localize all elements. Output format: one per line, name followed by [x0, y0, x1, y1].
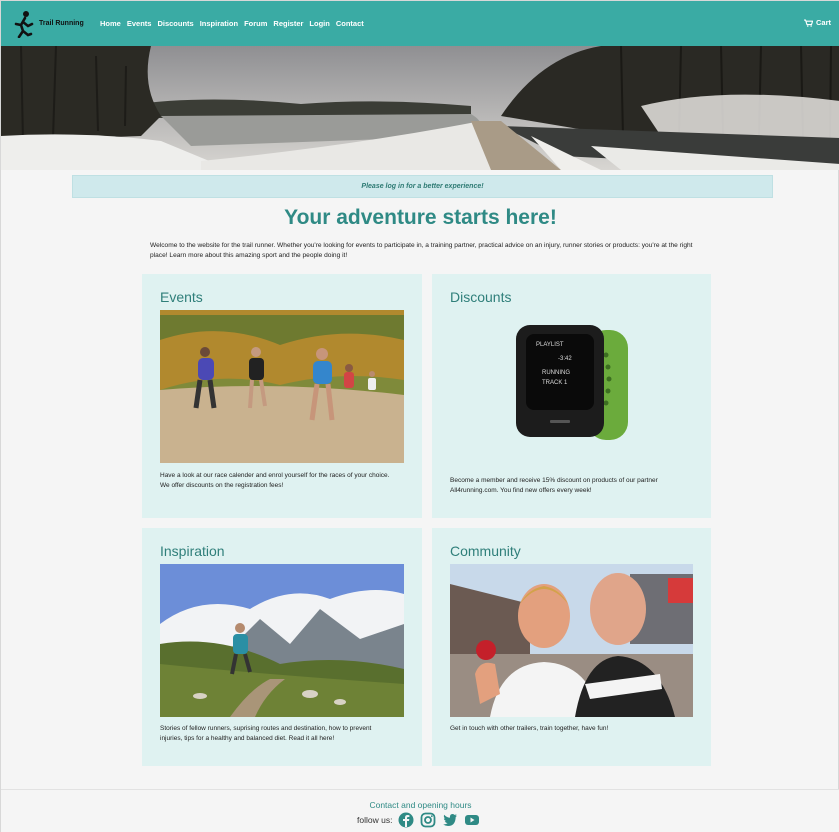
- nav-events[interactable]: Events: [127, 19, 152, 28]
- follow-label: follow us:: [357, 815, 393, 825]
- watch-playlist: PLAYLIST: [536, 342, 564, 348]
- nav-contact[interactable]: Contact: [336, 19, 364, 28]
- card-text: Stories of fellow runners, suprising rou…: [160, 725, 372, 742]
- watch-time: -3:42: [558, 356, 572, 362]
- card-title: Events: [160, 289, 203, 305]
- brand-name: Trail Running: [39, 20, 84, 27]
- card-discounts[interactable]: Discounts PLAYLIST -3:42 RUNNING TRACK 1…: [432, 274, 711, 518]
- card-title: Discounts: [450, 289, 512, 305]
- card-inspiration[interactable]: Inspiration Stories of fellow runners, s…: [142, 528, 422, 766]
- login-notice: Please log in for a better experience!: [72, 175, 773, 198]
- card-title: Community: [450, 543, 521, 559]
- youtube-icon[interactable]: [464, 812, 480, 828]
- social-bar: follow us:: [357, 812, 480, 828]
- watch-track: TRACK 1: [542, 380, 568, 386]
- card-events[interactable]: Events Have a look at our race calender …: [142, 274, 422, 518]
- nav-login[interactable]: Login: [309, 19, 329, 28]
- instagram-icon[interactable]: [420, 812, 436, 828]
- gps-watch-photo: PLAYLIST -3:42 RUNNING TRACK 1: [450, 310, 694, 463]
- runner-icon: [14, 11, 34, 38]
- nav-discounts[interactable]: Discounts: [157, 19, 193, 28]
- card-text: Have a look at our race calender and enr…: [160, 472, 390, 489]
- twitter-icon[interactable]: [442, 812, 458, 828]
- watch-running: RUNNING: [542, 370, 570, 376]
- card-title: Inspiration: [160, 543, 225, 559]
- hero-banner: [1, 46, 839, 170]
- cart-button[interactable]: Cart: [803, 18, 831, 27]
- page-footer: Contact and opening hours follow us:: [1, 789, 839, 832]
- nav-home[interactable]: Home: [100, 19, 121, 28]
- intro-text: Welcome to the website for the trail run…: [150, 242, 693, 259]
- winter-lake-landscape-image: [1, 46, 839, 170]
- page-title: Your adventure starts here!: [284, 206, 557, 229]
- cart-icon: [803, 18, 813, 27]
- mountain-runner-photo: [160, 564, 404, 717]
- nav-inspiration[interactable]: Inspiration: [200, 19, 238, 28]
- cart-label: Cart: [815, 18, 831, 27]
- contact-link[interactable]: Contact and opening hours: [1, 800, 839, 810]
- card-community[interactable]: Community Get in touch with other traile…: [432, 528, 711, 766]
- card-text: Get in touch with other trailers, train …: [450, 725, 609, 732]
- nav-register[interactable]: Register: [273, 19, 303, 28]
- top-navbar: Trail Running Home Events Discounts Insp…: [1, 1, 839, 46]
- facebook-icon[interactable]: [398, 812, 414, 828]
- brand-logo[interactable]: Trail Running: [12, 10, 84, 38]
- runners-photo: [160, 310, 404, 463]
- community-selfie-photo: [450, 564, 693, 717]
- card-text: Become a member and receive 15% discount…: [450, 477, 658, 494]
- main-menu: Home Events Discounts Inspiration Forum …: [100, 19, 370, 28]
- nav-forum[interactable]: Forum: [244, 19, 267, 28]
